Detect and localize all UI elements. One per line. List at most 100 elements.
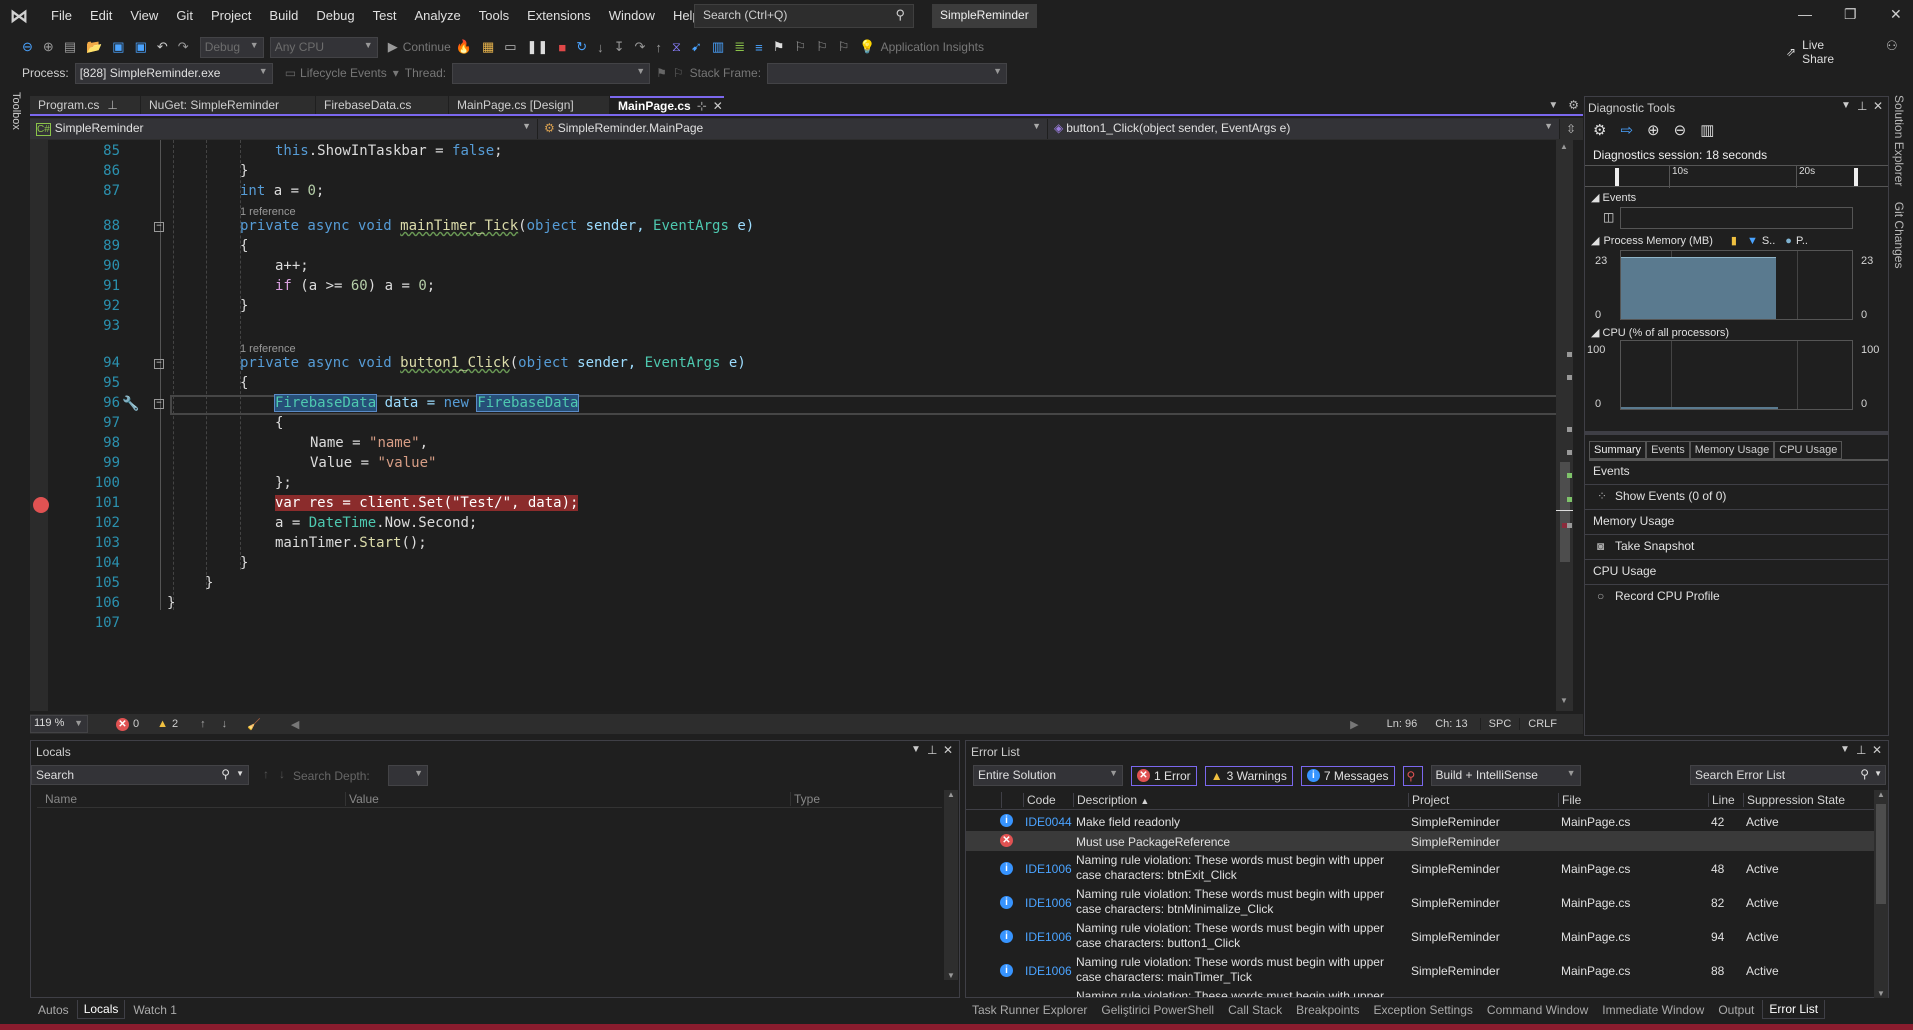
type-dropdown[interactable]: ⚙ SimpleReminder.MainPage ▼	[538, 119, 1048, 139]
tab-developer-powershell[interactable]: Geliştirici PowerShell	[1095, 1001, 1220, 1019]
pin-icon[interactable]: ⊹	[697, 99, 707, 113]
error-row[interactable]: i IDE1006 Naming rule violation: These w…	[966, 851, 1876, 885]
next-issue-icon[interactable]: ↓	[222, 718, 228, 730]
indent-icon[interactable]: ≣	[734, 39, 745, 55]
tab-command-window[interactable]: Command Window	[1481, 1001, 1594, 1019]
error-row[interactable]: i IDE0044 Make field readonly SimpleRemi…	[966, 811, 1876, 831]
panel-menu-icon[interactable]: ▼	[911, 744, 921, 755]
menu-project[interactable]: Project	[202, 0, 260, 32]
collapse-icon[interactable]: −	[154, 222, 164, 232]
column-line[interactable]: Line	[1708, 793, 1735, 807]
browse-icon[interactable]: ▦	[482, 39, 494, 55]
error-code-link[interactable]: IDE0044	[1025, 815, 1072, 829]
scroll-left-icon[interactable]: ◀	[291, 718, 299, 731]
tab-events[interactable]: Events	[1646, 441, 1690, 459]
panel-menu-icon[interactable]: ▼	[1840, 744, 1850, 755]
locals-search-input[interactable]: Search ⚲ ▼	[31, 765, 249, 785]
code-line[interactable]: 90 a++;	[30, 258, 1561, 278]
locals-scrollbar[interactable]: ▲ ▼	[944, 790, 958, 980]
timeline-start-handle[interactable]	[1615, 168, 1619, 186]
menu-git[interactable]: Git	[167, 0, 202, 32]
search-depth-dropdown[interactable]: ▼	[388, 765, 428, 786]
breakpoint-icon[interactable]	[33, 497, 49, 513]
tab-summary[interactable]: Summary	[1589, 441, 1647, 459]
error-code-link[interactable]: IDE1006	[1025, 896, 1072, 910]
code-line[interactable]: 89 {	[30, 238, 1561, 258]
memory-section-header[interactable]: ◢ Process Memory (MB) ▮ ▼ S.. ● P..	[1591, 234, 1808, 248]
new-project-icon[interactable]: ▤	[64, 39, 76, 55]
comment-icon[interactable]: ≡	[755, 40, 763, 55]
menu-view[interactable]: View	[121, 0, 167, 32]
tab-program-cs[interactable]: Program.cs ⊥	[30, 96, 140, 114]
bookmark-icon[interactable]: ⚑	[773, 39, 785, 55]
tab-nuget[interactable]: NuGet: SimpleReminder	[141, 96, 315, 114]
stop-icon[interactable]: ■	[558, 40, 566, 55]
search-previous-icon[interactable]: ↑	[263, 767, 269, 781]
feedback-icon[interactable]: ⚇	[1886, 38, 1898, 54]
git-changes-tab[interactable]: Git Changes	[1892, 202, 1906, 269]
redo-icon[interactable]: ↷	[178, 39, 189, 55]
close-icon[interactable]: ✕	[1873, 99, 1883, 113]
menu-test[interactable]: Test	[364, 0, 406, 32]
flag-threads-icon[interactable]: ⚐	[673, 66, 684, 80]
tab-locals[interactable]: Locals	[76, 1000, 126, 1019]
search-next-icon[interactable]: ↓	[279, 767, 285, 781]
zoom-dropdown[interactable]: 119 % ▼	[30, 715, 88, 733]
application-insights-button[interactable]: Application Insights	[881, 40, 984, 54]
code-line[interactable]: 87 int a = 0;	[30, 183, 1561, 203]
window-layout-icon[interactable]: ▭	[504, 39, 516, 55]
code-line[interactable]: 86}	[30, 163, 1561, 183]
open-file-icon[interactable]: 📂	[86, 39, 102, 55]
error-list-scrollbar[interactable]: ▲ ▼	[1874, 790, 1888, 998]
undo-icon[interactable]: ↶	[157, 39, 168, 55]
events-track[interactable]	[1620, 207, 1853, 229]
error-search-input[interactable]: Search Error List ⚲ ▼	[1690, 765, 1886, 785]
timeline-ruler[interactable]: 10s 20s	[1585, 165, 1888, 188]
error-row[interactable]: i IDE1006 Naming rule violation: These w…	[966, 953, 1876, 987]
configuration-dropdown[interactable]: Debug ▼	[199, 36, 264, 58]
navigate-forward-icon[interactable]: ⊕	[43, 39, 54, 55]
events-section-header[interactable]: ◢ Events	[1591, 191, 1636, 204]
take-snapshot-button[interactable]: ◙ Take Snapshot	[1585, 535, 1888, 560]
source-filter-dropdown[interactable]: Build + IntelliSense ▼	[1430, 765, 1581, 786]
clear-bookmarks-icon[interactable]: ⚐	[838, 39, 850, 55]
menu-extensions[interactable]: Extensions	[518, 0, 600, 32]
reset-view-icon[interactable]: ▥	[1700, 121, 1714, 139]
code-line[interactable]: 99 Value = "value"	[30, 455, 1561, 475]
error-row[interactable]: i Naming rule violation: These words mus…	[966, 987, 1876, 997]
collapse-icon[interactable]: −	[154, 359, 164, 369]
scroll-right-icon[interactable]: ▶	[1350, 718, 1358, 731]
error-code-link[interactable]: IDE1006	[1025, 862, 1072, 876]
tab-overflow-icon[interactable]: ▼	[1548, 100, 1558, 111]
hot-reload-icon[interactable]: 🔥	[456, 39, 472, 55]
toolbox-tab[interactable]: Toolbox	[8, 92, 22, 142]
collapse-icon[interactable]: −	[154, 399, 164, 409]
error-code-link[interactable]: IDE1006	[1025, 964, 1072, 978]
scroll-up-icon[interactable]: ▲	[944, 790, 958, 799]
select-element-icon[interactable]: ➹	[691, 39, 702, 55]
save-icon[interactable]: ▣	[112, 39, 124, 55]
column-code[interactable]: Code	[1023, 793, 1056, 807]
thread-icon[interactable]: ⧖	[672, 39, 681, 55]
code-line[interactable]: 106}	[30, 595, 1561, 615]
pin-icon[interactable]: ⊥	[1856, 743, 1866, 757]
cpu-graph[interactable]	[1620, 340, 1853, 410]
flag-icon[interactable]: ⚑	[656, 66, 667, 80]
restore-button[interactable]: ❐	[1844, 6, 1857, 23]
error-row[interactable]: i IDE1006 Naming rule violation: These w…	[966, 919, 1876, 953]
column-name[interactable]: Name	[45, 792, 77, 806]
pin-icon[interactable]: ⊥	[107, 98, 117, 112]
code-line[interactable]: 102 a = DateTime.Now.Second;	[30, 515, 1561, 535]
code-line[interactable]: 92}	[30, 298, 1561, 318]
tab-exception-settings[interactable]: Exception Settings	[1368, 1001, 1479, 1019]
tab-error-list[interactable]: Error List	[1762, 1000, 1826, 1019]
show-events-button[interactable]: ⁘ Show Events (0 of 0)	[1585, 485, 1888, 510]
code-line[interactable]: 103 mainTimer.Start();	[30, 535, 1561, 555]
search-input[interactable]: Search (Ctrl+Q) ⚲	[694, 4, 914, 28]
process-dropdown[interactable]: [828] SimpleReminder.exe ▼	[74, 62, 273, 84]
stack-frame-dropdown[interactable]: ▼	[767, 62, 1008, 84]
messages-filter-button[interactable]: i7 Messages	[1300, 765, 1395, 786]
code-line-current[interactable]: 96 🔧 − FirebaseData data = new FirebaseData	[30, 394, 1561, 415]
menu-window[interactable]: Window	[600, 0, 664, 32]
pin-icon[interactable]: ⊥	[927, 743, 937, 757]
